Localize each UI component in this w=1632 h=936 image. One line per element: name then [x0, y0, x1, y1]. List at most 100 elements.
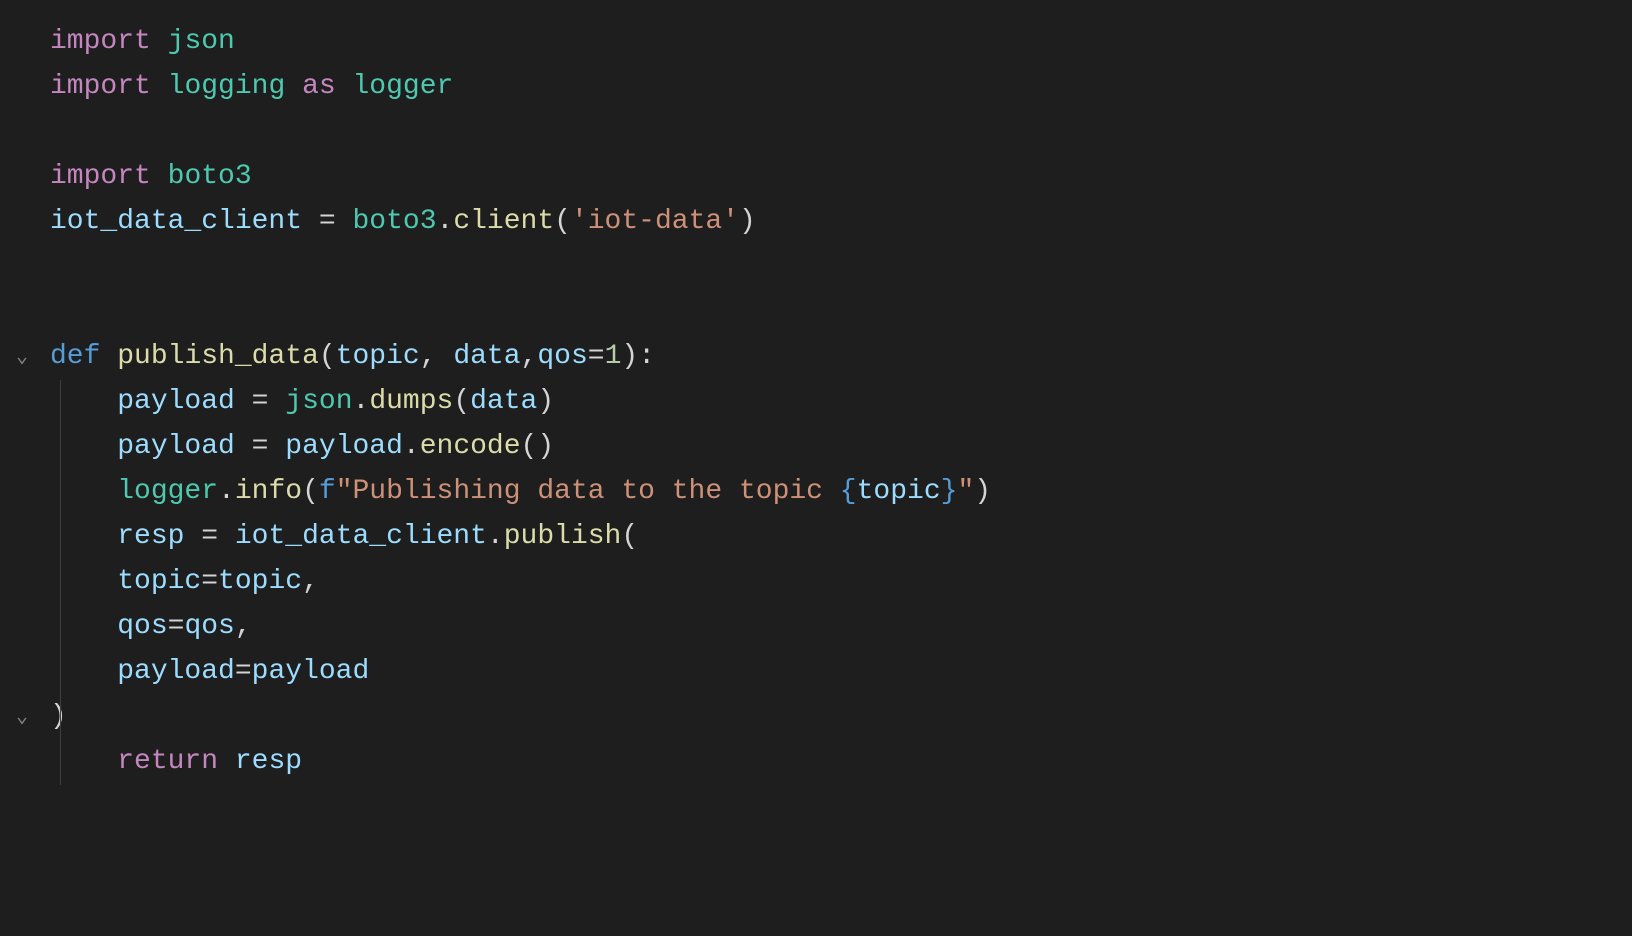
code-line[interactable]: topic=topic, [0, 560, 1632, 605]
token: ): [621, 341, 655, 372]
token: topic [117, 566, 201, 597]
token: data [453, 341, 520, 372]
token [268, 386, 285, 417]
token: topic [218, 566, 302, 597]
token: . [403, 431, 420, 462]
token: topic [336, 341, 420, 372]
line-content: iot_data_client = boto3.client('iot-data… [50, 200, 756, 245]
token: boto3 [352, 206, 436, 237]
token: } [941, 476, 958, 507]
token: info [235, 476, 302, 507]
token: , [302, 566, 319, 597]
line-content: ) [50, 695, 67, 740]
token: ( [319, 341, 336, 372]
token: logging [168, 71, 286, 102]
token: import [50, 26, 151, 57]
token: payload [117, 431, 235, 462]
line-content: logger.info(f"Publishing data to the top… [50, 470, 991, 515]
code-line[interactable]: ⌄) [0, 695, 1632, 740]
token: " [957, 476, 974, 507]
token: = [201, 566, 218, 597]
code-line[interactable] [0, 245, 1632, 290]
token: logger [117, 476, 218, 507]
token: , [521, 341, 538, 372]
code-line[interactable]: qos=qos, [0, 605, 1632, 650]
code-line[interactable]: payload = payload.encode() [0, 425, 1632, 470]
line-content: import json [50, 20, 235, 65]
code-line[interactable] [0, 110, 1632, 155]
token: 1 [605, 341, 622, 372]
token: . [487, 521, 504, 552]
token: , [420, 341, 454, 372]
token: resp [117, 521, 184, 552]
token [151, 161, 168, 192]
token: "Publishing data to the topic [336, 476, 840, 507]
token [218, 521, 235, 552]
token: . [437, 206, 454, 237]
token [285, 71, 302, 102]
token [302, 206, 319, 237]
indent-guide [60, 470, 61, 515]
token: = [168, 611, 185, 642]
token: payload [117, 386, 235, 417]
indent-guide [60, 425, 61, 470]
token: qos [537, 341, 587, 372]
line-content: payload = json.dumps(data) [50, 380, 554, 425]
token [235, 386, 252, 417]
token: publish_data [117, 341, 319, 372]
indent-guide [60, 740, 61, 785]
code-editor[interactable]: import jsonimport logging as loggerimpor… [0, 20, 1632, 785]
token: () [521, 431, 555, 462]
token: payload [117, 656, 235, 687]
indent-guide [60, 380, 61, 425]
token: qos [184, 611, 234, 642]
code-line[interactable]: return resp [0, 740, 1632, 785]
indent-guide [60, 560, 61, 605]
token [218, 746, 235, 777]
line-content: import boto3 [50, 155, 252, 200]
token: logger [353, 71, 454, 102]
code-line[interactable]: payload = json.dumps(data) [0, 380, 1632, 425]
indent-guide [60, 695, 61, 740]
token: encode [420, 431, 521, 462]
token [268, 431, 285, 462]
code-line[interactable]: logger.info(f"Publishing data to the top… [0, 470, 1632, 515]
token: ) [974, 476, 991, 507]
fold-icon[interactable]: ⌄ [12, 702, 32, 734]
fold-icon[interactable]: ⌄ [12, 342, 32, 374]
token: return [117, 746, 218, 777]
token [336, 206, 353, 237]
token: ( [302, 476, 319, 507]
token: = [319, 206, 336, 237]
token: import [50, 161, 151, 192]
code-line[interactable] [0, 290, 1632, 335]
token: f [319, 476, 336, 507]
token: , [235, 611, 252, 642]
token [151, 71, 168, 102]
line-content: resp = iot_data_client.publish( [50, 515, 638, 560]
token: payload [285, 431, 403, 462]
code-line[interactable]: import boto3 [0, 155, 1632, 200]
code-line[interactable]: import json [0, 20, 1632, 65]
token [336, 71, 353, 102]
token: import [50, 71, 151, 102]
line-content: qos=qos, [50, 605, 252, 650]
line-content: import logging as logger [50, 65, 453, 110]
code-line[interactable]: iot_data_client = boto3.client('iot-data… [0, 200, 1632, 245]
code-line[interactable]: payload=payload [0, 650, 1632, 695]
token: ( [621, 521, 638, 552]
token: def [50, 341, 100, 372]
token: = [235, 656, 252, 687]
token: qos [117, 611, 167, 642]
code-line[interactable]: import logging as logger [0, 65, 1632, 110]
code-line[interactable]: ⌄def publish_data(topic, data,qos=1): [0, 335, 1632, 380]
line-content: payload = payload.encode() [50, 425, 554, 470]
token [235, 431, 252, 462]
token: json [168, 26, 235, 57]
token: publish [504, 521, 622, 552]
token: { [840, 476, 857, 507]
code-line[interactable]: resp = iot_data_client.publish( [0, 515, 1632, 560]
token: resp [235, 746, 302, 777]
token: dumps [369, 386, 453, 417]
token: 'iot-data' [571, 206, 739, 237]
